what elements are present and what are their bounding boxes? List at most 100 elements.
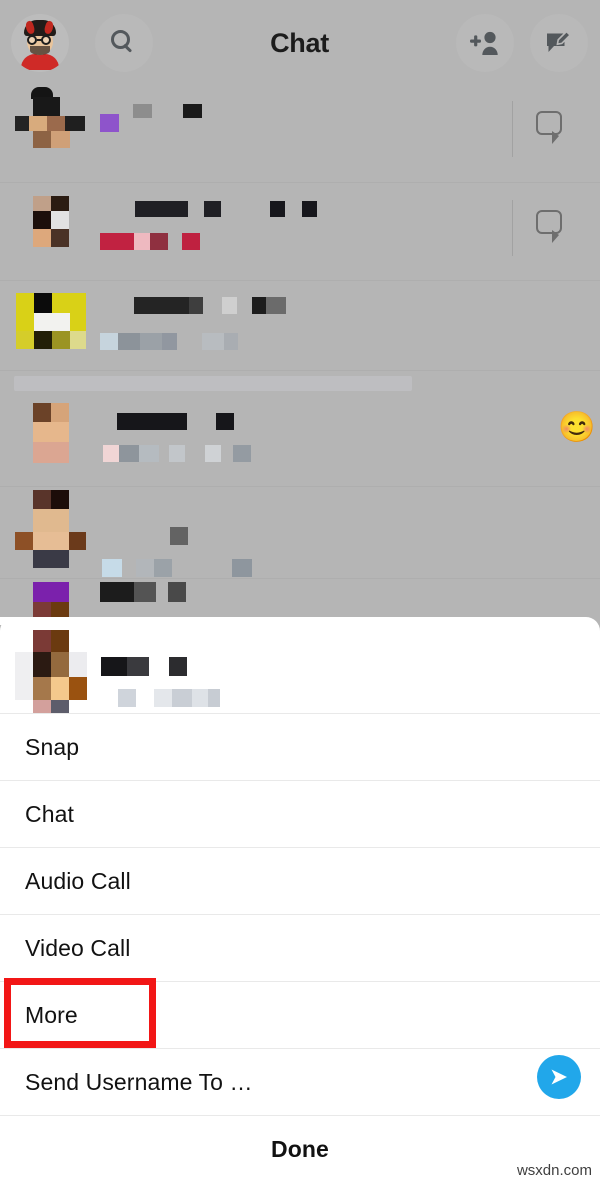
message-preview-redacted (154, 559, 172, 577)
avatar (51, 211, 69, 229)
avatar (33, 509, 69, 532)
page-title: Chat (270, 27, 329, 58)
contact-name-redacted (134, 582, 156, 602)
avatar (52, 331, 70, 349)
message-preview-redacted (162, 333, 177, 350)
contact-name-redacted (133, 104, 152, 118)
contact-name-redacted (204, 201, 221, 217)
avatar (29, 116, 47, 131)
message-preview-redacted (100, 333, 118, 350)
contact-name-redacted (302, 201, 317, 217)
avatar (16, 313, 34, 331)
avatar (33, 422, 69, 442)
done-button[interactable]: Done (0, 1115, 600, 1182)
menu-item-snap[interactable]: Snap (0, 713, 600, 780)
sheet-contact-subtitle-redacted (118, 689, 136, 707)
contact-name-redacted (266, 297, 286, 314)
sheet-contact-name-redacted (101, 657, 127, 676)
message-preview-redacted (169, 445, 185, 462)
list-item[interactable] (0, 86, 600, 183)
sheet-contact-name-redacted (169, 657, 187, 676)
done-button-label: Done (271, 1135, 329, 1162)
list-item[interactable] (0, 183, 600, 281)
message-preview-redacted (205, 445, 221, 462)
avatar (51, 196, 69, 211)
avatar (51, 131, 70, 148)
menu-item-audio-call[interactable]: Audio Call (0, 847, 600, 914)
app-header: Chat (0, 0, 600, 86)
sheet-contact-header (0, 617, 600, 713)
message-preview-redacted (182, 233, 200, 250)
menu-item-label: More (25, 1001, 78, 1028)
contact-name-redacted (270, 201, 285, 217)
contact-name-redacted (183, 104, 202, 118)
menu-item-label: Send Username To … (25, 1068, 253, 1095)
bitmoji-avatar-icon (17, 18, 63, 70)
contact-name-redacted (216, 413, 234, 430)
chat-bubble-icon (552, 230, 559, 243)
contact-name-redacted (222, 297, 237, 314)
contact-name-redacted (252, 297, 266, 314)
separator-bar (14, 376, 412, 391)
message-preview-redacted (140, 333, 162, 350)
message-preview-redacted (100, 233, 134, 250)
avatar (33, 196, 51, 211)
avatar (65, 116, 85, 131)
avatar (15, 652, 33, 677)
menu-item-more[interactable]: More (0, 981, 600, 1048)
message-preview-redacted (139, 445, 159, 462)
message-preview-redacted (150, 233, 168, 250)
message-preview-redacted (224, 333, 238, 350)
message-preview-redacted (233, 445, 251, 462)
avatar (70, 313, 86, 331)
avatar (52, 293, 86, 313)
menu-item-chat[interactable]: Chat (0, 780, 600, 847)
list-item[interactable]: 😊 (0, 395, 600, 487)
sheet-contact-subtitle-redacted (192, 689, 208, 707)
menu-item-video-call[interactable]: Video Call (0, 914, 600, 981)
avatar (33, 677, 51, 700)
list-separator-bar (0, 371, 600, 395)
sheet-contact-name-redacted (127, 657, 149, 676)
list-item[interactable] (0, 487, 600, 579)
send-username-button[interactable] (537, 1055, 581, 1099)
add-friend-button[interactable] (456, 14, 514, 72)
add-friend-icon (470, 31, 498, 55)
avatar (70, 331, 86, 349)
avatar (34, 331, 52, 349)
list-item[interactable] (0, 281, 600, 371)
action-sheet: Snap Chat Audio Call Video Call More Sen… (0, 617, 600, 1183)
avatar (51, 403, 69, 422)
menu-item-label: Video Call (25, 934, 131, 961)
avatar (51, 652, 69, 677)
reaction-emoji: 😊 (558, 411, 596, 444)
avatar (69, 677, 87, 700)
avatar (33, 97, 60, 116)
avatar (33, 131, 51, 148)
new-chat-button[interactable] (530, 14, 588, 72)
message-preview-redacted (119, 445, 139, 462)
message-preview-redacted (232, 559, 252, 577)
divider (512, 200, 513, 256)
avatar (51, 700, 69, 713)
profile-avatar-button[interactable] (11, 14, 69, 72)
avatar (51, 630, 69, 652)
avatar (51, 677, 69, 700)
avatar (33, 700, 51, 713)
contact-name-redacted (100, 114, 119, 132)
new-chat-pencil-icon (547, 30, 572, 52)
contact-name-redacted (168, 582, 186, 602)
avatar (33, 229, 51, 247)
avatar (34, 293, 52, 313)
app-screen: Chat 😊 Snap Chat Audio Call Video Call M… (0, 0, 600, 1183)
contact-name-redacted (135, 201, 188, 217)
avatar (51, 229, 69, 247)
avatar (33, 403, 51, 422)
contact-name-redacted (100, 582, 134, 602)
avatar (33, 630, 51, 652)
avatar (15, 677, 33, 700)
message-preview-redacted (102, 559, 122, 577)
avatar (69, 652, 87, 677)
menu-item-send-username-to[interactable]: Send Username To … (0, 1048, 600, 1115)
avatar (15, 116, 29, 131)
